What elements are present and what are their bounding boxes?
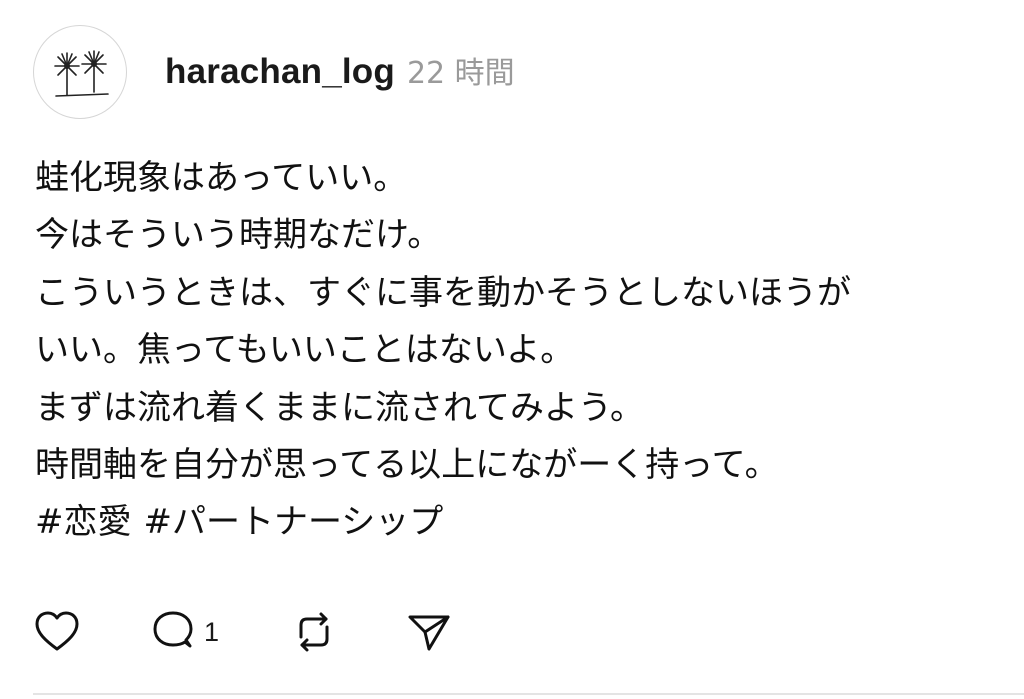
reply-button[interactable]: 1 [148,606,219,658]
post-text-line: 蛙化現象はあっていい。 [35,158,408,198]
hashtag-list: #恋愛 #パートナーシップ [35,494,995,551]
heart-icon [35,611,79,651]
like-button[interactable] [32,606,82,658]
post-text-line: いい。焦ってもいいことはないよ。 [35,330,575,371]
repost-icon [299,612,329,652]
post-text-line: 時間軸を自分が思ってる以上にながーく持って。 [35,444,779,485]
post-divider [33,693,1024,695]
author-username[interactable]: harachan_log [165,52,395,92]
post-text-line: まずは流れ着くままに流されてみよう。 [35,387,644,428]
hashtag-link[interactable]: #パートナーシップ [144,502,444,542]
post-timestamp: 22 時間 [406,56,515,91]
send-icon [408,615,450,651]
action-bar: 1 [30,606,730,658]
post-header: harachan_log 22 時間 [165,48,515,98]
post-text-line: 今はそういう時期なだけ。 [35,215,442,256]
palm-trees-icon [54,50,109,97]
reply-count: 1 [204,616,220,647]
repost-button[interactable] [289,606,339,658]
share-button[interactable] [404,606,454,658]
post-text-line: こういうときは、すぐに事を動かそうとしないほうが [35,272,851,313]
author-avatar[interactable] [33,25,127,119]
thread-post: harachan_log 22 時間 蛙化現象はあっていい。 今はそういう時期な… [0,0,1024,699]
post-body: 蛙化現象はあっていい。 今はそういう時期なだけ。 こういうときは、すぐに事を動か… [35,150,995,552]
hashtag-link[interactable]: #恋愛 [35,502,132,542]
comment-icon [153,611,193,648]
